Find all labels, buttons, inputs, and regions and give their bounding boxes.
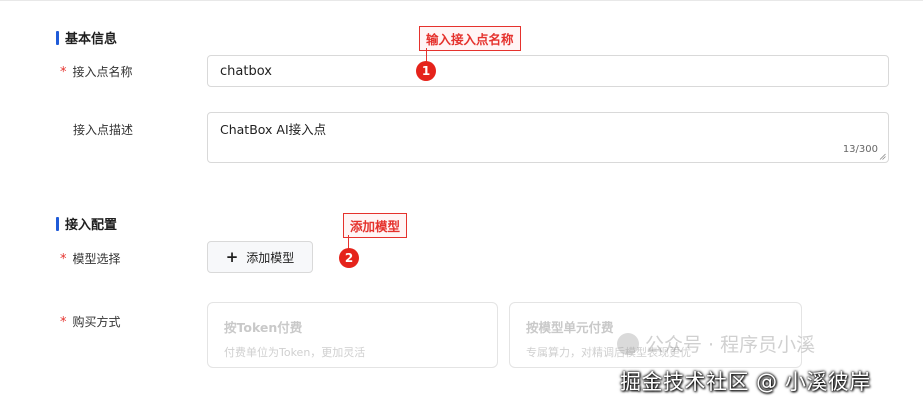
endpoint-name-input[interactable]: chatbox xyxy=(207,55,889,87)
section-accent-bar xyxy=(56,30,59,45)
char-count: 13/300 xyxy=(842,144,878,155)
name-label-text: 接入点名称 xyxy=(72,65,133,79)
section-title-config: 接入配置 xyxy=(56,214,117,233)
endpoint-desc-value: ChatBox AI接入点 xyxy=(220,122,327,137)
annotation-stem-1 xyxy=(426,48,427,62)
annotation-badge-2: 2 xyxy=(339,248,359,268)
resize-grip-icon[interactable] xyxy=(879,153,886,160)
section-title-text: 接入配置 xyxy=(65,218,118,233)
section-title-basic: 基本信息 xyxy=(56,28,117,47)
annotation-text-2: 添加模型 xyxy=(350,219,401,234)
section-accent-bar xyxy=(56,216,59,231)
endpoint-name-value: chatbox xyxy=(220,63,272,79)
section-title-text: 基本信息 xyxy=(65,32,118,47)
required-mark: * xyxy=(60,315,67,330)
add-model-label: 添加模型 xyxy=(246,250,295,265)
watermark-juejin: 掘金技术社区 @ 小溪彼岸 xyxy=(620,366,871,396)
purchase-option-title: 按Token付费 xyxy=(224,320,303,335)
annotation-text-1: 输入接入点名称 xyxy=(426,32,514,47)
desc-label: 接入点描述 xyxy=(73,121,133,138)
badge-number-2: 2 xyxy=(344,251,354,265)
endpoint-desc-textarea[interactable]: ChatBox AI接入点 13/300 xyxy=(207,112,889,163)
annotation-callout-2: 添加模型 xyxy=(343,213,408,238)
purchase-label: * 购买方式 xyxy=(60,313,121,330)
annotation-stem-2 xyxy=(348,235,349,249)
purchase-option-desc: 付费单位为Token，更加灵活 xyxy=(224,346,366,359)
watermark-line-1: 公众号 · 程序员小溪 xyxy=(645,334,816,356)
wechat-logo-icon xyxy=(617,332,639,355)
purchase-option-token[interactable]: 按Token付费 付费单位为Token，更加灵活 xyxy=(207,302,498,368)
top-divider xyxy=(0,0,923,4)
purchase-label-text: 购买方式 xyxy=(72,315,121,329)
desc-label-text: 接入点描述 xyxy=(73,123,134,137)
plus-icon: + xyxy=(225,247,239,266)
watermark-wechat: 公众号 · 程序员小溪 xyxy=(617,330,815,357)
model-label: * 模型选择 xyxy=(60,250,121,267)
required-mark: * xyxy=(60,252,67,267)
name-label: * 接入点名称 xyxy=(60,63,133,80)
badge-number-1: 1 xyxy=(421,64,431,78)
annotation-badge-1: 1 xyxy=(416,61,436,81)
watermark-line-2: 掘金技术社区 @ 小溪彼岸 xyxy=(620,370,871,394)
add-model-button[interactable]: + 添加模型 xyxy=(207,241,313,273)
model-label-text: 模型选择 xyxy=(72,252,121,266)
required-mark: * xyxy=(60,65,67,80)
annotation-callout-1: 输入接入点名称 xyxy=(419,26,521,51)
